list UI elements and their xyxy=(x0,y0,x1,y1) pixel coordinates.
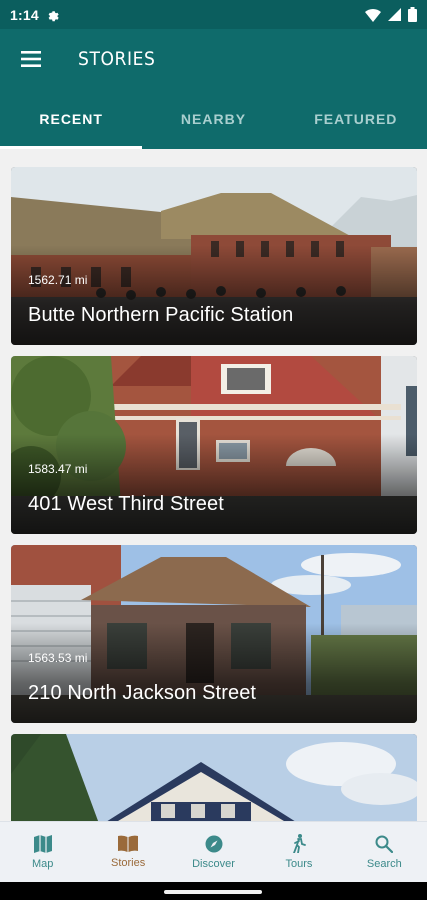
story-distance: 1562.71 mi xyxy=(28,273,88,287)
story-card[interactable] xyxy=(11,734,417,821)
page-title: STORIES xyxy=(78,48,156,70)
story-title: 401 West Third Street xyxy=(28,493,224,515)
status-time: 1:14 xyxy=(10,6,39,23)
story-distance: 1563.53 mi xyxy=(28,651,88,665)
tab-bar: RECENT NEARBY FEATURED xyxy=(0,89,427,149)
walking-icon xyxy=(293,834,306,853)
nav-stories[interactable]: Stories xyxy=(85,822,170,882)
cell-signal-icon xyxy=(388,8,401,21)
tab-nearby[interactable]: NEARBY xyxy=(142,89,284,149)
story-title: 210 North Jackson Street xyxy=(28,682,257,704)
hamburger-menu-icon xyxy=(21,51,41,67)
tab-recent[interactable]: RECENT xyxy=(0,89,143,149)
book-icon xyxy=(118,835,139,852)
story-list[interactable]: 1562.71 mi Butte Northern Pacific Statio… xyxy=(0,149,427,821)
nav-search[interactable]: Search xyxy=(342,822,427,882)
settings-gear-icon xyxy=(48,10,59,21)
story-title: Butte Northern Pacific Station xyxy=(28,304,294,326)
status-bar: 1:14 xyxy=(0,0,427,29)
tab-featured[interactable]: FEATURED xyxy=(285,89,427,149)
nav-discover[interactable]: Discover xyxy=(171,822,256,882)
battery-icon xyxy=(408,7,417,22)
story-image-craftsman-house xyxy=(11,734,417,821)
nav-tours[interactable]: Tours xyxy=(256,822,341,882)
bottom-navigation: Map Stories Discover Tours Search xyxy=(0,821,427,882)
wifi-icon xyxy=(365,8,381,22)
nav-map-label: Map xyxy=(32,857,54,870)
nav-map[interactable]: Map xyxy=(0,822,85,882)
story-card[interactable]: 1583.47 mi 401 West Third Street xyxy=(11,356,417,534)
story-card[interactable]: 1562.71 mi Butte Northern Pacific Statio… xyxy=(11,167,417,345)
menu-button[interactable] xyxy=(0,29,62,89)
story-card[interactable]: 1563.53 mi 210 North Jackson Street xyxy=(11,545,417,723)
compass-icon xyxy=(205,835,223,852)
system-gesture-bar xyxy=(0,882,427,900)
story-distance: 1583.47 mi xyxy=(28,462,88,476)
nav-discover-label: Discover xyxy=(192,857,235,870)
nav-tours-label: Tours xyxy=(285,858,313,870)
app-bar: STORIES xyxy=(0,29,427,89)
nav-search-label: Search xyxy=(366,857,402,870)
map-icon xyxy=(33,834,52,853)
search-icon xyxy=(375,835,394,853)
nav-stories-label: Stories xyxy=(110,857,146,869)
home-gesture-handle[interactable] xyxy=(164,890,262,894)
